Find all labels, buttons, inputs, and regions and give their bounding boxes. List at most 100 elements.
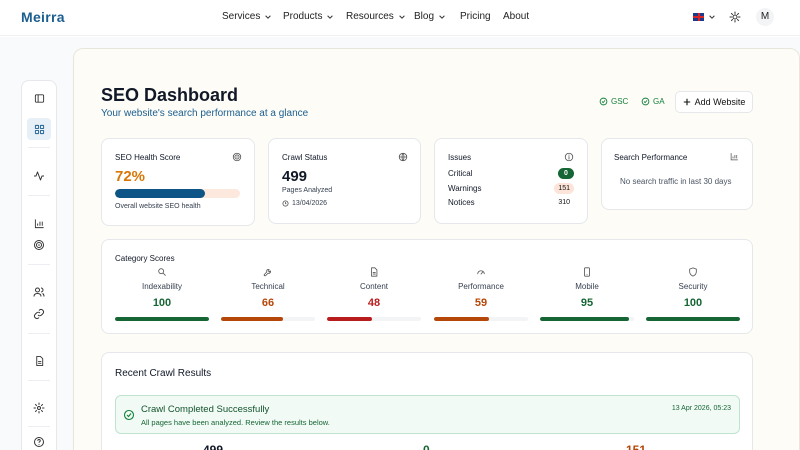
sun-icon[interactable] (729, 11, 741, 23)
nav-services[interactable]: Services (222, 11, 272, 22)
add-website-label: Add Website (694, 97, 746, 107)
crawl-date-text: 13/04/2026 (292, 200, 328, 207)
check-circle-icon (123, 409, 135, 421)
chevron-down-icon (399, 14, 405, 19)
uk-flag-icon[interactable] (693, 13, 704, 21)
category-security[interactable]: Security 100 (646, 267, 740, 327)
shield-icon (689, 267, 697, 277)
nav-pricing[interactable]: Pricing (460, 11, 491, 22)
category-score: 100 (152, 297, 172, 309)
seo-health-title: SEO Health Score (115, 153, 181, 162)
chevron-down-icon (265, 14, 272, 19)
category-progress-fill (434, 317, 490, 321)
pages-analyzed-value: 499 (282, 168, 308, 185)
seo-health-note: Overall website SEO health (115, 203, 201, 210)
category-progress (327, 317, 421, 321)
brand-logo[interactable]: Meirra (21, 9, 65, 25)
link-icon[interactable] (27, 303, 51, 325)
category-score: 66 (261, 297, 275, 309)
user-avatar[interactable]: M (756, 8, 774, 26)
issue-label: Critical (448, 169, 473, 178)
category-indexability[interactable]: Indexability 100 (115, 267, 209, 327)
nav-about[interactable]: About (503, 11, 529, 22)
issue-count-badge: 151 (554, 183, 574, 194)
category-performance[interactable]: Performance 59 (434, 267, 528, 327)
top-navigation: Meirra Services Products Resources Blog … (0, 0, 800, 36)
category-mobile[interactable]: Mobile 95 (540, 267, 634, 327)
issues-card[interactable] (434, 138, 588, 224)
issue-row-notices[interactable]: Notices 310 (448, 198, 574, 210)
recent-crawl-title: Recent Crawl Results (115, 368, 212, 379)
category-label: Indexability (141, 282, 183, 291)
ga-badge-label: GA (653, 97, 665, 106)
alert-title: Crawl Completed Successfully (141, 404, 270, 415)
file-icon (371, 267, 378, 277)
crawl-status-title: Crawl Status (282, 153, 328, 162)
category-label: Performance (458, 282, 504, 291)
nav-blog[interactable]: Blog (414, 11, 446, 22)
document-icon[interactable] (27, 350, 51, 372)
search-performance-card[interactable] (601, 138, 753, 210)
add-website-button[interactable]: Add Website (675, 91, 753, 113)
crawl-date: 13/04/2026 (282, 200, 327, 207)
wrench-icon (263, 269, 271, 277)
issue-row-critical[interactable]: Critical 0 (448, 168, 574, 181)
help-icon[interactable] (27, 431, 51, 450)
search-performance-empty: No search traffic in last 30 days (620, 177, 732, 186)
issue-row-warnings[interactable]: Warnings 151 (448, 183, 574, 196)
category-label: Security (678, 282, 708, 291)
plus-icon (683, 98, 690, 106)
globe-icon (398, 152, 408, 162)
grid-icon[interactable] (27, 118, 51, 140)
issues-title: Issues (448, 153, 472, 162)
category-score: 95 (580, 297, 594, 309)
bar-chart-icon (730, 153, 738, 161)
panel-toggle-icon[interactable] (27, 87, 51, 109)
category-score: 59 (474, 297, 488, 309)
target-icon[interactable] (27, 234, 51, 256)
users-icon[interactable] (27, 281, 51, 303)
seo-health-progress-fill (115, 189, 205, 198)
mobile-icon (584, 267, 590, 277)
search-performance-title: Search Performance (614, 153, 688, 162)
check-circle-icon (599, 97, 608, 106)
page-subtitle: Your website's search performance at a g… (101, 108, 309, 119)
nav-resources[interactable]: Resources (346, 11, 406, 22)
sidebar-divider (28, 380, 50, 381)
settings-icon[interactable] (27, 397, 51, 419)
ga-badge[interactable]: GA (641, 97, 665, 106)
search-icon (158, 268, 166, 276)
category-progress-fill (327, 317, 373, 321)
category-label: Mobile (575, 282, 599, 291)
chevron-down-icon[interactable] (708, 13, 716, 21)
nav-products[interactable]: Products (283, 11, 334, 22)
stat-pages-value: 499 (203, 443, 224, 450)
pages-analyzed-label: Pages Analyzed (282, 187, 333, 194)
bar-chart-icon[interactable] (27, 212, 51, 234)
category-progress (540, 317, 634, 321)
check-circle-icon (641, 97, 650, 106)
category-progress (221, 317, 315, 321)
chevron-down-icon (439, 14, 445, 19)
gauge-icon (477, 270, 485, 275)
nav-services-label: Services (222, 11, 261, 22)
gsc-badge[interactable]: GSC (599, 97, 628, 106)
category-label: Technical (251, 282, 285, 291)
activity-icon[interactable] (27, 165, 51, 187)
category-progress (646, 317, 740, 321)
sidebar-divider (28, 147, 50, 148)
sidebar-divider (28, 195, 50, 196)
target-icon (232, 152, 242, 162)
category-scores-title: Category Scores (115, 254, 175, 263)
chevron-down-icon (327, 14, 334, 19)
nav-products-label: Products (283, 11, 323, 22)
info-icon (564, 152, 574, 162)
clock-icon (282, 200, 289, 207)
issue-label: Notices (448, 198, 475, 207)
category-content[interactable]: Content 48 (327, 267, 421, 327)
category-technical[interactable]: Technical 66 (221, 267, 315, 327)
sidebar (21, 80, 57, 450)
nav-about-label: About (503, 11, 530, 22)
crawl-success-alert: Crawl Completed Successfully All pages h… (115, 395, 740, 434)
seo-health-progress (115, 189, 240, 198)
